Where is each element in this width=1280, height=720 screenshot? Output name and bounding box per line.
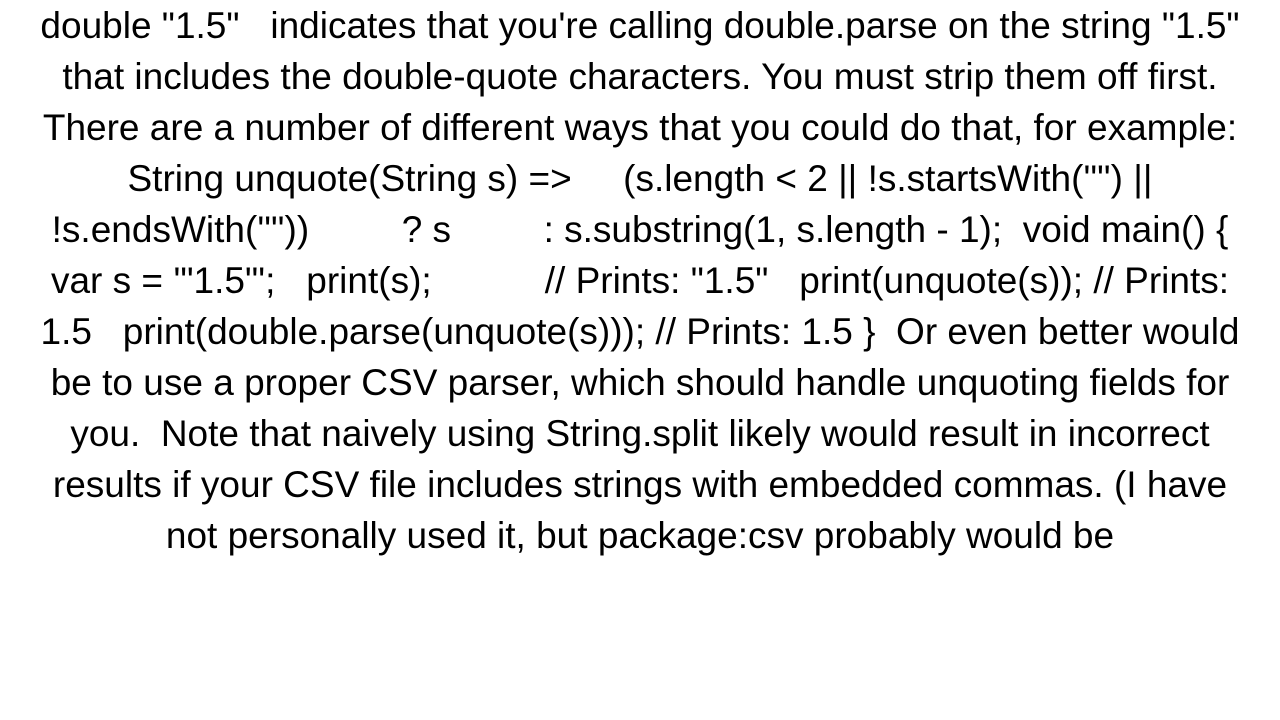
document-text-block: double "1.5" indicates that you're calli… — [30, 0, 1250, 562]
